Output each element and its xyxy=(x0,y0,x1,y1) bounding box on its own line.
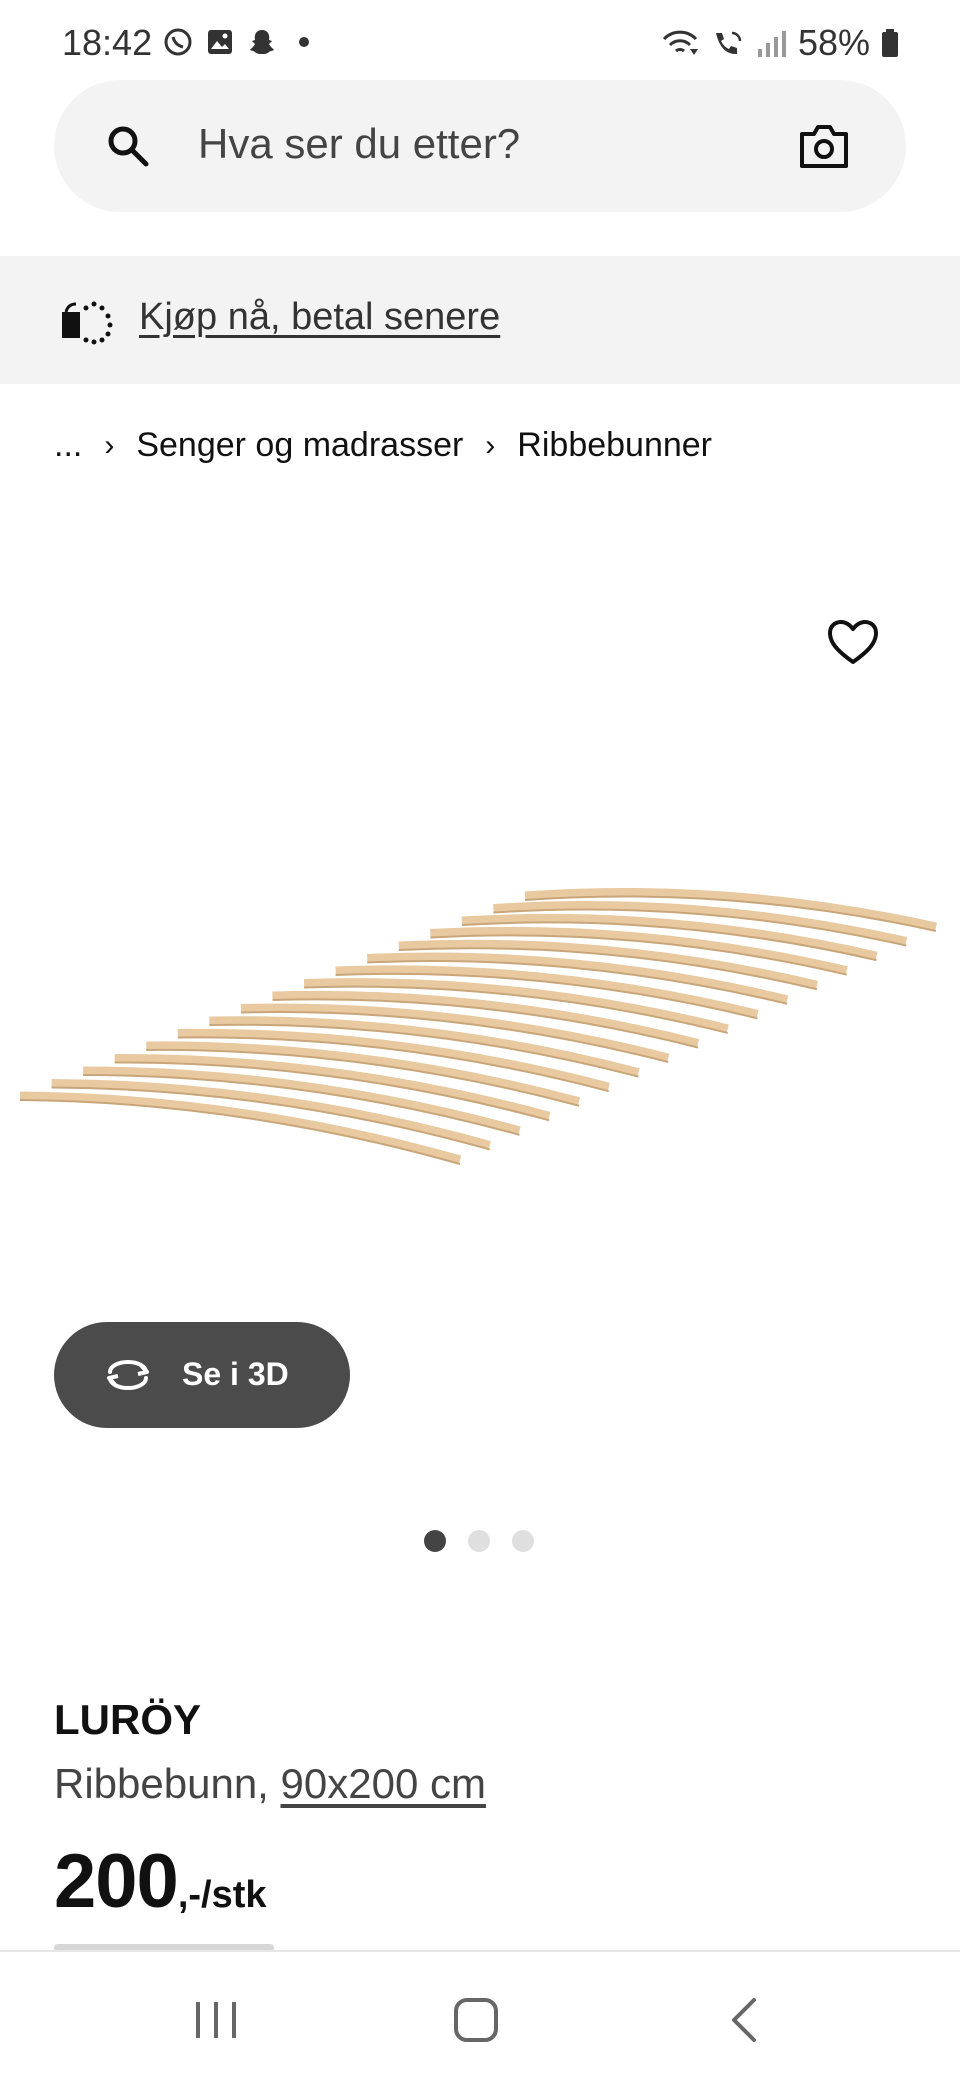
status-system-icons: 58% xyxy=(660,22,900,64)
gallery-icon xyxy=(204,26,236,58)
wifi-calling-icon xyxy=(715,31,742,55)
payment-basket-icon xyxy=(62,301,113,345)
breadcrumb-item-beds[interactable]: Senger og madrasser xyxy=(136,426,463,465)
carousel-dot-2[interactable] xyxy=(468,1530,490,1552)
signal-icon xyxy=(757,31,786,57)
breadcrumb-ellipsis[interactable]: ... xyxy=(54,426,82,465)
wifi-icon xyxy=(662,30,698,55)
system-navigation-bar xyxy=(0,1950,960,2082)
price-value: 200 xyxy=(54,1839,179,1924)
camera-icon[interactable] xyxy=(798,120,850,170)
chevron-right-icon: › xyxy=(104,428,115,462)
back-icon[interactable] xyxy=(716,1992,776,2048)
heart-icon[interactable] xyxy=(826,618,880,668)
battery-icon xyxy=(882,29,898,57)
status-time: 18:42 xyxy=(62,22,153,63)
breadcrumb-item-slatted-bases[interactable]: Ribbebunner xyxy=(517,426,712,465)
snapchat-icon xyxy=(246,26,278,58)
search-icon[interactable] xyxy=(104,122,152,170)
view-3d-button[interactable]: Se i 3D xyxy=(54,1322,350,1428)
promo-banner[interactable]: Kjøp nå, betal senere xyxy=(0,256,960,384)
view-3d-label: Se i 3D xyxy=(182,1356,289,1392)
price-unit: ,-/stk xyxy=(177,1874,267,1916)
product-size-link[interactable]: 90x200 cm xyxy=(281,1760,486,1807)
promo-link[interactable]: Kjøp nå, betal senere xyxy=(139,296,500,339)
product-description: Ribbebunn, 90x200 cm xyxy=(54,1760,486,1808)
search-bar[interactable]: Hva ser du etter? xyxy=(54,80,906,212)
home-icon[interactable] xyxy=(446,1992,506,2048)
status-bar: 18:42 58% xyxy=(0,0,960,80)
recent-apps-icon[interactable] xyxy=(186,1992,246,2048)
chevron-right-icon: › xyxy=(485,428,496,462)
carousel-dots xyxy=(424,1530,534,1552)
carousel-dot-3[interactable] xyxy=(512,1530,534,1552)
product-type: Ribbebunn, xyxy=(54,1760,269,1807)
notification-dot-icon xyxy=(288,26,320,58)
carousel-dot-1[interactable] xyxy=(424,1530,446,1552)
rotate-3d-icon xyxy=(107,1360,149,1390)
battery-percent: 58% xyxy=(797,22,870,63)
product-price: 200 ,-/stk xyxy=(54,1838,267,1925)
breadcrumb: ... › Senger og madrasser › Ribbebunner xyxy=(54,426,712,465)
status-notification-icons xyxy=(162,26,320,58)
whatsapp-icon xyxy=(162,26,194,58)
product-image[interactable] xyxy=(0,860,960,1180)
product-name: LURÖY xyxy=(54,1696,201,1743)
search-input[interactable]: Hva ser du etter? xyxy=(198,120,520,168)
